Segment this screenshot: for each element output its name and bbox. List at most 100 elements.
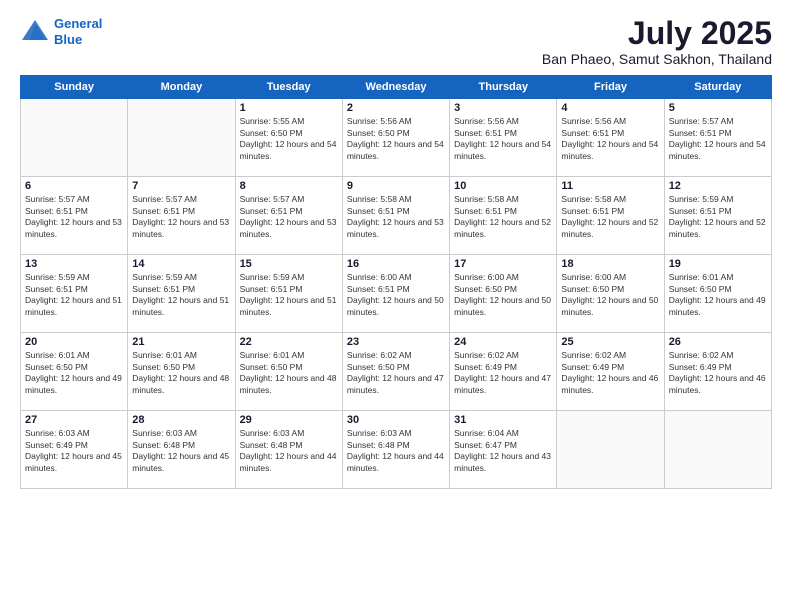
logo-line1: General — [54, 16, 102, 31]
calendar-cell: 30Sunrise: 6:03 AMSunset: 6:48 PMDayligh… — [342, 411, 449, 489]
day-number: 17 — [454, 258, 552, 270]
calendar-cell: 8 Sunrise: 5:57 AMSunset: 6:51 PMDaylight… — [235, 177, 342, 255]
title-block: July 2025 Ban Phaeo, Samut Sakhon, Thail… — [542, 16, 772, 67]
day-number: 31 — [454, 414, 552, 426]
page-title: July 2025 — [542, 16, 772, 51]
calendar-cell — [557, 411, 664, 489]
day-info: Sunrise: 5:55 AMSunset: 6:50 PMDaylight:… — [240, 116, 338, 162]
day-number: 15 — [240, 258, 338, 270]
calendar-cell: 22 Sunrise: 6:01 AMSunset: 6:50 PMDayligh… — [235, 333, 342, 411]
calendar-cell: 14 Sunrise: 5:59 AMSunset: 6:51 PMDayligh… — [128, 255, 235, 333]
day-number: 16 — [347, 258, 445, 270]
calendar-cell: 1 Sunrise: 5:55 AMSunset: 6:50 PMDaylight… — [235, 99, 342, 177]
calendar-cell: 31 Sunrise: 6:04 AMSunset: 6:47 PMDayligh… — [450, 411, 557, 489]
day-info: Sunrise: 6:00 AMSunset: 6:50 PMDaylight:… — [454, 272, 552, 318]
day-info: Sunrise: 5:57 AMSunset: 6:51 PMDaylight:… — [132, 194, 230, 240]
day-number: 2 — [347, 102, 445, 114]
day-info: Sunrise: 5:56 AMSunset: 6:51 PMDaylight:… — [561, 116, 659, 162]
day-number: 4 — [561, 102, 659, 114]
day-info: Sunrise: 5:58 AMSunset: 6:51 PMDaylight:… — [347, 194, 445, 240]
day-info: Sunrise: 6:03 AMSunset: 6:49 PMDaylight:… — [25, 428, 123, 474]
calendar-cell: 3Sunrise: 5:56 AMSunset: 6:51 PMDaylight… — [450, 99, 557, 177]
col-friday: Friday — [557, 76, 664, 99]
calendar-cell — [664, 411, 771, 489]
day-info: Sunrise: 5:59 AMSunset: 6:51 PMDaylight:… — [240, 272, 338, 318]
day-info: Sunrise: 6:04 AMSunset: 6:47 PMDaylight:… — [454, 428, 552, 474]
day-info: Sunrise: 5:57 AMSunset: 6:51 PMDaylight:… — [25, 194, 123, 240]
calendar-cell: 7 Sunrise: 5:57 AMSunset: 6:51 PMDaylight… — [128, 177, 235, 255]
logo-text: General Blue — [54, 16, 102, 47]
calendar-cell: 11 Sunrise: 5:58 AMSunset: 6:51 PMDayligh… — [557, 177, 664, 255]
calendar-cell: 27 Sunrise: 6:03 AMSunset: 6:49 PMDayligh… — [21, 411, 128, 489]
day-number: 3 — [454, 102, 552, 114]
day-number: 7 — [132, 180, 230, 192]
page: General Blue July 2025 Ban Phaeo, Samut … — [0, 0, 792, 612]
calendar-cell: 4 Sunrise: 5:56 AMSunset: 6:51 PMDaylight… — [557, 99, 664, 177]
calendar: Sunday Monday Tuesday Wednesday Thursday… — [20, 75, 772, 489]
calendar-week-5: 27 Sunrise: 6:03 AMSunset: 6:49 PMDayligh… — [21, 411, 772, 489]
col-wednesday: Wednesday — [342, 76, 449, 99]
calendar-body: 1 Sunrise: 5:55 AMSunset: 6:50 PMDaylight… — [21, 99, 772, 489]
day-number: 23 — [347, 336, 445, 348]
day-header-row: Sunday Monday Tuesday Wednesday Thursday… — [21, 76, 772, 99]
day-number: 12 — [669, 180, 767, 192]
calendar-cell: 5 Sunrise: 5:57 AMSunset: 6:51 PMDaylight… — [664, 99, 771, 177]
day-info: Sunrise: 6:03 AMSunset: 6:48 PMDaylight:… — [347, 428, 445, 474]
day-number: 22 — [240, 336, 338, 348]
day-info: Sunrise: 6:00 AMSunset: 6:51 PMDaylight:… — [347, 272, 445, 318]
day-info: Sunrise: 5:57 AMSunset: 6:51 PMDaylight:… — [240, 194, 338, 240]
calendar-cell: 16 Sunrise: 6:00 AMSunset: 6:51 PMDayligh… — [342, 255, 449, 333]
calendar-cell: 23Sunrise: 6:02 AMSunset: 6:50 PMDayligh… — [342, 333, 449, 411]
calendar-cell: 26Sunrise: 6:02 AMSunset: 6:49 PMDayligh… — [664, 333, 771, 411]
day-number: 24 — [454, 336, 552, 348]
day-number: 27 — [25, 414, 123, 426]
col-saturday: Saturday — [664, 76, 771, 99]
calendar-cell: 12 Sunrise: 5:59 AMSunset: 6:51 PMDayligh… — [664, 177, 771, 255]
day-number: 11 — [561, 180, 659, 192]
day-info: Sunrise: 5:58 AMSunset: 6:51 PMDaylight:… — [561, 194, 659, 240]
calendar-cell: 19Sunrise: 6:01 AMSunset: 6:50 PMDayligh… — [664, 255, 771, 333]
header: General Blue July 2025 Ban Phaeo, Samut … — [20, 16, 772, 67]
calendar-cell: 29Sunrise: 6:03 AMSunset: 6:48 PMDayligh… — [235, 411, 342, 489]
day-info: Sunrise: 6:02 AMSunset: 6:49 PMDaylight:… — [561, 350, 659, 396]
calendar-cell: 17 Sunrise: 6:00 AMSunset: 6:50 PMDayligh… — [450, 255, 557, 333]
day-info: Sunrise: 5:59 AMSunset: 6:51 PMDaylight:… — [669, 194, 767, 240]
day-info: Sunrise: 6:01 AMSunset: 6:50 PMDaylight:… — [240, 350, 338, 396]
day-number: 8 — [240, 180, 338, 192]
day-number: 5 — [669, 102, 767, 114]
logo-icon — [20, 18, 50, 46]
day-number: 26 — [669, 336, 767, 348]
calendar-header: Sunday Monday Tuesday Wednesday Thursday… — [21, 76, 772, 99]
day-number: 13 — [25, 258, 123, 270]
calendar-week-2: 6 Sunrise: 5:57 AMSunset: 6:51 PMDaylight… — [21, 177, 772, 255]
day-info: Sunrise: 5:58 AMSunset: 6:51 PMDaylight:… — [454, 194, 552, 240]
calendar-cell: 15 Sunrise: 5:59 AMSunset: 6:51 PMDayligh… — [235, 255, 342, 333]
day-info: Sunrise: 5:59 AMSunset: 6:51 PMDaylight:… — [132, 272, 230, 318]
day-number: 14 — [132, 258, 230, 270]
calendar-cell: 25 Sunrise: 6:02 AMSunset: 6:49 PMDayligh… — [557, 333, 664, 411]
day-number: 20 — [25, 336, 123, 348]
day-number: 19 — [669, 258, 767, 270]
calendar-cell: 28Sunrise: 6:03 AMSunset: 6:48 PMDayligh… — [128, 411, 235, 489]
calendar-cell: 10Sunrise: 5:58 AMSunset: 6:51 PMDayligh… — [450, 177, 557, 255]
day-number: 6 — [25, 180, 123, 192]
calendar-week-4: 20 Sunrise: 6:01 AMSunset: 6:50 PMDayligh… — [21, 333, 772, 411]
calendar-cell: 13Sunrise: 5:59 AMSunset: 6:51 PMDayligh… — [21, 255, 128, 333]
day-info: Sunrise: 6:03 AMSunset: 6:48 PMDaylight:… — [240, 428, 338, 474]
day-info: Sunrise: 6:00 AMSunset: 6:50 PMDaylight:… — [561, 272, 659, 318]
day-info: Sunrise: 6:01 AMSunset: 6:50 PMDaylight:… — [25, 350, 123, 396]
day-number: 9 — [347, 180, 445, 192]
day-number: 1 — [240, 102, 338, 114]
day-info: Sunrise: 5:57 AMSunset: 6:51 PMDaylight:… — [669, 116, 767, 162]
calendar-cell — [21, 99, 128, 177]
calendar-cell: 18 Sunrise: 6:00 AMSunset: 6:50 PMDayligh… — [557, 255, 664, 333]
col-thursday: Thursday — [450, 76, 557, 99]
col-monday: Monday — [128, 76, 235, 99]
day-info: Sunrise: 6:01 AMSunset: 6:50 PMDaylight:… — [132, 350, 230, 396]
day-number: 25 — [561, 336, 659, 348]
logo-line2: Blue — [54, 32, 82, 47]
day-number: 18 — [561, 258, 659, 270]
calendar-cell — [128, 99, 235, 177]
day-info: Sunrise: 6:02 AMSunset: 6:49 PMDaylight:… — [454, 350, 552, 396]
calendar-cell: 21Sunrise: 6:01 AMSunset: 6:50 PMDayligh… — [128, 333, 235, 411]
